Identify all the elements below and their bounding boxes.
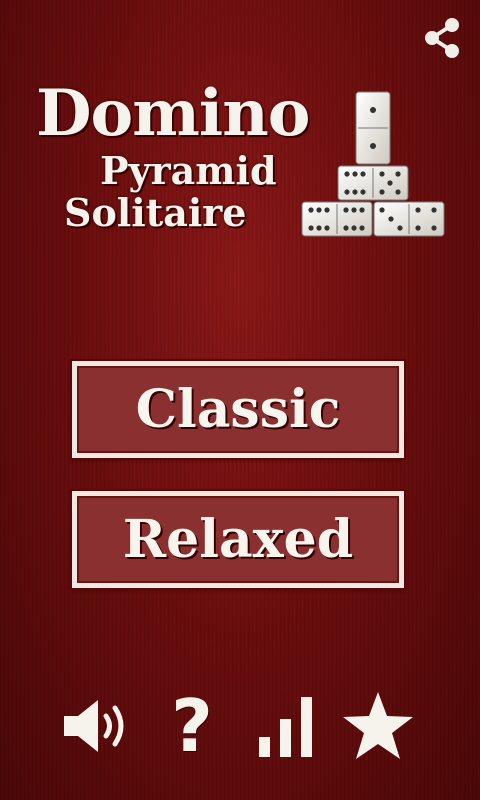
statistics-button[interactable]: [246, 686, 326, 766]
game-logo: Domino Pyramid Solitaire: [30, 82, 450, 242]
logo-title-solitaire: Solitaire: [64, 190, 247, 235]
star-icon: [343, 692, 413, 759]
relaxed-mode-label: Relaxed: [122, 508, 354, 570]
speaker-sound-icon: [64, 700, 124, 752]
classic-mode-label: Classic: [135, 378, 341, 440]
share-button[interactable]: [418, 14, 466, 62]
logo-title-pyramid: Pyramid: [100, 148, 277, 193]
logo-title-domino: Domino: [36, 76, 310, 151]
bar-chart-icon: [259, 697, 312, 757]
bottom-toolbar: ?: [0, 680, 480, 770]
relaxed-mode-button[interactable]: Relaxed: [70, 489, 406, 590]
help-button[interactable]: ?: [152, 686, 232, 766]
rate-button[interactable]: [338, 686, 418, 766]
classic-mode-button[interactable]: Classic: [70, 359, 406, 460]
share-icon: [425, 18, 459, 58]
sound-toggle-button[interactable]: [58, 686, 138, 766]
help-icon: ?: [171, 684, 213, 768]
domino-pyramid-icon: [301, 91, 445, 237]
